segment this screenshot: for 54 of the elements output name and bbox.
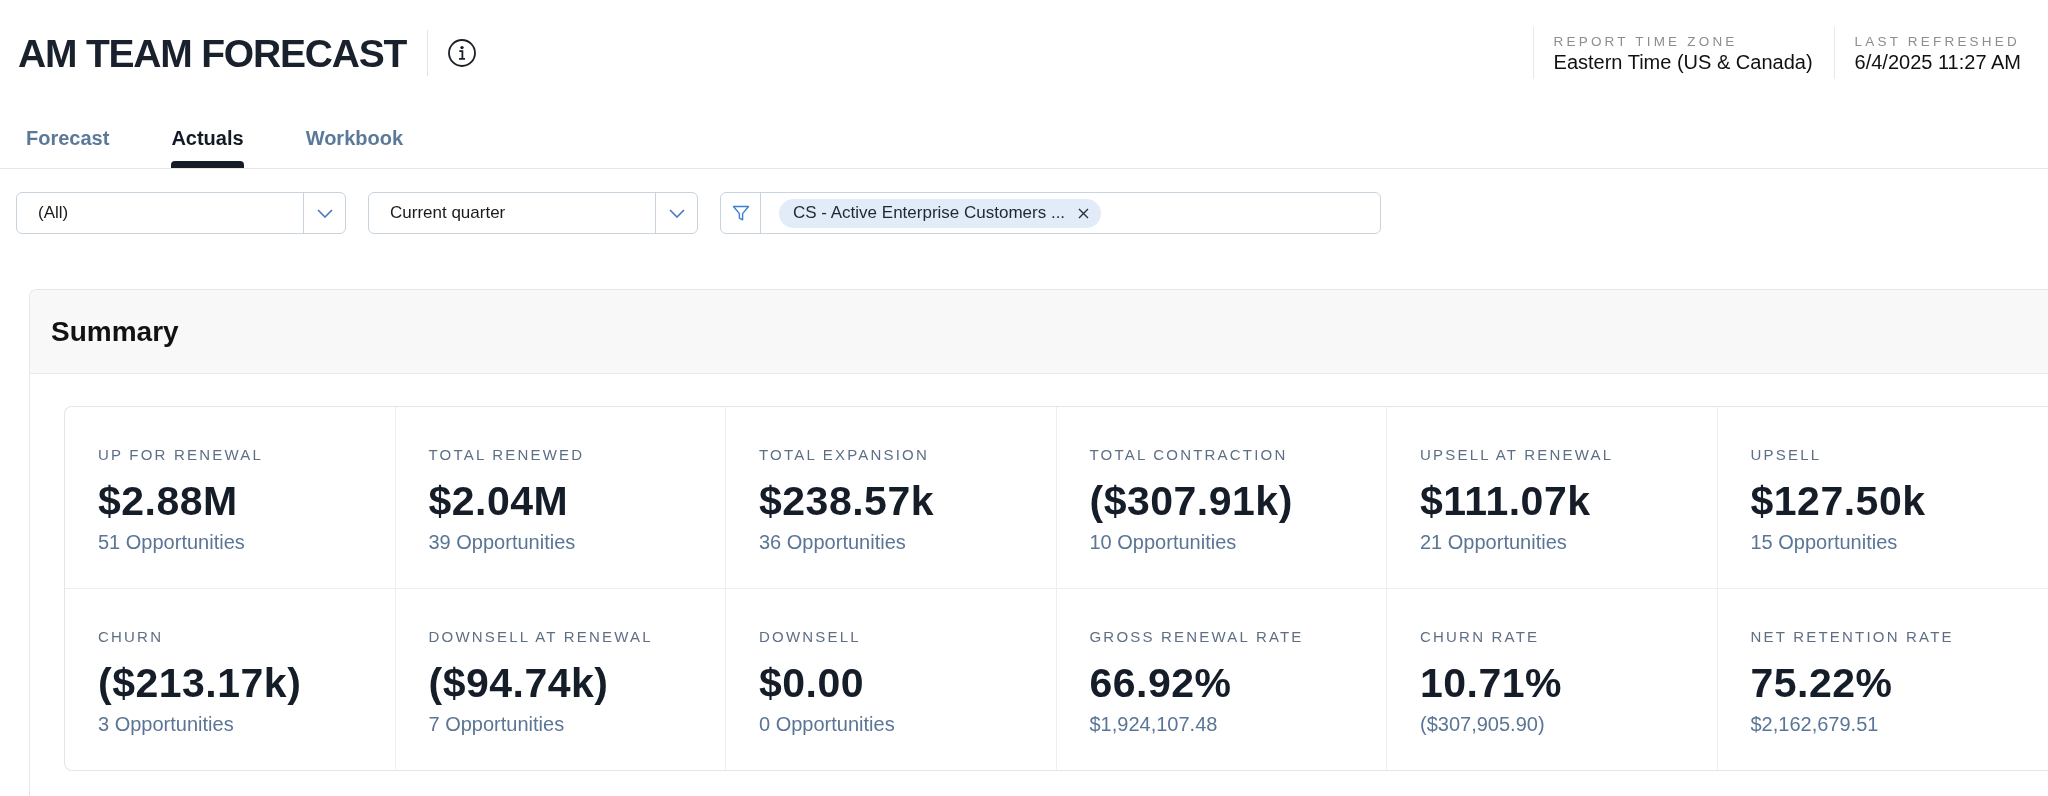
report-title: AM TEAM FORECAST [18,30,407,77]
metric-value: $0.00 [759,660,866,706]
metric-value: $111.07k [1420,478,1592,524]
tab[interactable]: Forecast [26,126,110,168]
metric-value: 66.92% [1089,660,1233,706]
metric-label: UPSELL AT RENEWAL [1420,446,1615,464]
metric-detail: ($307,905.90) [1420,712,1546,736]
metric-label: DOWNSELL AT RENEWAL [428,628,654,646]
metric-detail: 3 Opportunities [98,712,235,736]
metric-detail: 0 Opportunities [759,712,896,736]
metric-detail: 10 Opportunities [1089,530,1238,554]
summary-title: Summary [51,314,179,349]
metric-label: TOTAL RENEWED [428,446,586,464]
filter-icon[interactable] [731,204,750,222]
metric-label: NET RETENTION RATE [1750,628,1955,646]
metric-detail: $1,924,107.48 [1089,712,1219,736]
tab[interactable]: Actuals [171,126,244,168]
metric-detail: 7 Opportunities [428,712,566,736]
metric-detail: 21 Opportunities [1420,530,1568,554]
metric-detail: $2,162,679.51 [1750,712,1880,736]
metric-value: 10.71% [1420,660,1564,706]
info-icon[interactable] [448,39,477,67]
metric-value: $127.50k [1750,478,1927,524]
meta-label: REPORT TIME ZONE [1553,34,1739,50]
chevron-down-icon [316,208,333,218]
metric-value: ($94.74k) [428,660,610,706]
filter-chip[interactable]: CS - Active Enterprise Customers ... [779,198,1102,228]
metric-value: $238.57k [759,478,935,524]
metric-detail: 51 Opportunities [98,530,246,554]
metric-value: ($307.91k) [1089,478,1294,524]
filter-field[interactable]: CS - Active Enterprise Customers ... [720,192,1381,234]
metric-detail: 36 Opportunities [759,530,907,554]
metric-value: $2.04M [428,478,570,524]
metric-label: CHURN RATE [1420,628,1541,646]
metric-value: $2.88M [98,478,239,524]
close-icon[interactable] [1078,207,1090,219]
chevron-down-icon [668,208,685,218]
meta-label: LAST REFRESHED [1854,34,2021,50]
metric-label: TOTAL EXPANSION [759,446,930,464]
meta-value: 6/4/2025 11:27 AM [1854,50,2021,74]
metric-label: CHURN [98,628,165,646]
tab[interactable]: Workbook [305,126,404,168]
metric-value: ($213.17k) [98,660,303,706]
metric-label: DOWNSELL [759,628,862,646]
dropdown[interactable]: Current quarter [368,192,698,234]
metric-detail: 15 Opportunities [1750,530,1899,554]
metric-label: GROSS RENEWAL RATE [1089,628,1305,646]
metric-label: TOTAL CONTRACTION [1089,446,1289,464]
dropdown[interactable]: (All) [16,192,346,234]
meta-value: Eastern Time (US & Canada) [1553,50,1813,74]
metric-detail: 39 Opportunities [428,530,577,554]
metric-label: UP FOR RENEWAL [98,446,264,464]
metric-label: UPSELL [1750,446,1823,464]
metric-value: 75.22% [1750,660,1894,706]
